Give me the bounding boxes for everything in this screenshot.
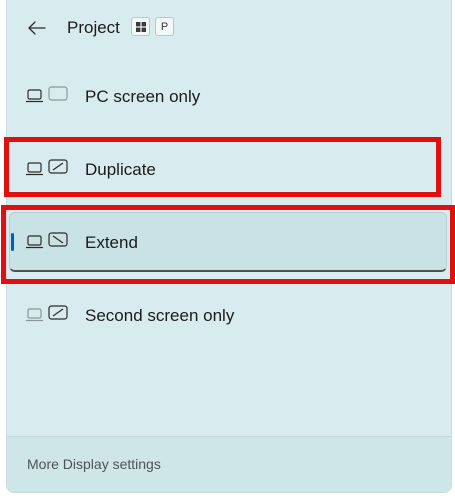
flyout-header: Project P [7,0,451,56]
option-extend[interactable]: Extend [9,212,447,272]
duplicate-icon [26,159,68,176]
extend-icon [26,232,68,249]
win-key-badge [131,17,150,36]
option-pc-screen-only[interactable]: PC screen only [9,66,447,126]
pc-screen-only-icon [26,86,68,103]
option-label: PC screen only [85,87,201,106]
flyout-footer: More Display settings [7,436,451,492]
selection-indicator [11,233,14,251]
win-key-icon [135,21,146,32]
more-display-settings-link[interactable]: More Display settings [27,456,161,472]
back-arrow-icon [28,21,46,35]
option-label: Second screen only [85,306,235,325]
p-key-badge: P [155,17,174,36]
project-flyout: Project P PC screen only Duplicate Exten… [6,0,452,493]
option-duplicate[interactable]: Duplicate [9,139,447,199]
back-button[interactable] [23,14,51,42]
option-label: Duplicate [85,160,156,179]
option-second-screen-only[interactable]: Second screen only [9,285,447,345]
option-label: Extend [85,233,138,252]
second-screen-only-icon [26,305,68,322]
flyout-title: Project [67,18,120,37]
